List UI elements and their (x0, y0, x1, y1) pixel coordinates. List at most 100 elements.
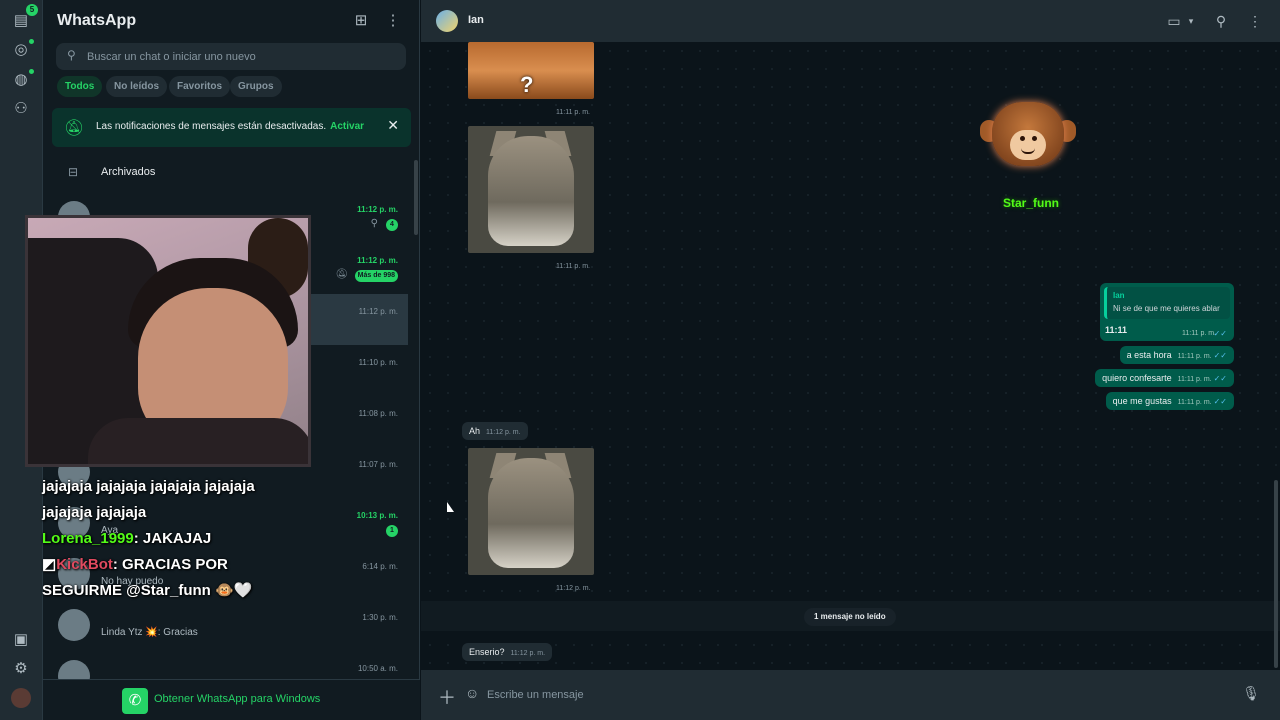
chat-time: 11:08 p. m. (358, 409, 398, 418)
status-icon[interactable]: ◎ (11, 40, 31, 60)
image-message[interactable] (468, 448, 594, 575)
reply-message[interactable]: Ian Ni se de que me quieres ablar 11:11 … (1100, 283, 1234, 341)
message-text: que me gustas (1112, 396, 1172, 406)
message-time: 11:11 p. m. (1177, 399, 1212, 406)
sidebar-scrollbar[interactable] (414, 160, 418, 235)
archived-row[interactable]: ⊟ Archivados (43, 158, 420, 186)
menu-icon[interactable]: ⋮ (1245, 11, 1265, 31)
search-icon[interactable]: ⚲ (1211, 11, 1231, 31)
muted-icon: 🔕︎ (335, 269, 348, 280)
channels-icon[interactable]: ◍ (11, 70, 31, 90)
message-text: quiero confesarte (1102, 373, 1172, 383)
message-text: Enserio? (469, 647, 505, 657)
close-icon[interactable]: ✕ (387, 117, 399, 134)
quoted-message[interactable]: Ian Ni se de que me quieres ablar (1104, 287, 1230, 319)
outgoing-message[interactable]: a esta hora 11:11 p. m. ✓✓ (1119, 346, 1234, 364)
sticker-icon[interactable]: ☺ (465, 685, 479, 701)
bell-off-icon: 🔕︎ (64, 120, 85, 137)
menu-icon[interactable]: ⋮ (383, 11, 403, 31)
notification-banner: 🔕︎ Las notificaciones de mensajes están … (52, 108, 411, 147)
chat-time: 10:13 p. m. (356, 511, 398, 520)
read-ticks-icon: ✓✓ (1213, 397, 1227, 406)
monkey-sticker[interactable] (980, 102, 1076, 172)
profile-avatar[interactable] (11, 688, 31, 708)
incoming-message[interactable]: Ah 11:12 p. m. (462, 422, 528, 440)
sticker-label: Star_funn (1002, 196, 1059, 210)
chat-time: 11:12 p. m. (357, 256, 398, 265)
question-mark-text: ? (520, 72, 534, 97)
message-input[interactable] (487, 684, 1227, 706)
activate-link[interactable]: Activar (330, 121, 364, 132)
overlay-username: KickBot (56, 556, 113, 573)
chat-time: 11:12 p. m. (357, 205, 398, 214)
settings-icon[interactable]: ⚙ (11, 659, 31, 679)
chat-time: 6:14 p. m. (362, 562, 398, 571)
conversation-scrollbar[interactable] (1274, 480, 1278, 668)
message-time: 11:11 p. m. (556, 109, 590, 116)
attach-plus-icon[interactable]: ＋ (438, 684, 456, 710)
notification-text: Las notificaciones de mensajes están des… (96, 121, 327, 132)
unread-badge: 1 (386, 525, 398, 537)
filter-todos[interactable]: Todos (57, 76, 103, 97)
image-message[interactable]: ? (468, 42, 594, 99)
filter-favoritos[interactable]: Favoritos (169, 76, 231, 97)
search-icon: ⚲ (67, 48, 76, 62)
webcam-overlay (25, 215, 311, 467)
overlay-message: : JAKAJAJ (133, 530, 212, 547)
archive-icon: ⊟ (68, 165, 79, 179)
filter-no-leidos[interactable]: No leídos (106, 76, 168, 97)
incoming-message[interactable]: Enserio? 11:12 p. m. (462, 643, 553, 661)
message-time: 11:11 p. m. (556, 263, 590, 270)
image-message[interactable] (468, 126, 594, 253)
overlay-line: jajajaja jajajaja (42, 504, 147, 521)
composer: ＋ ☺ 🎙︎ (421, 670, 1280, 720)
new-chat-icon[interactable]: ⊞ (351, 11, 371, 31)
conversation-header: Ian ▭ ▾ ⚲ ⋮ (421, 0, 1280, 42)
contact-avatar[interactable] (436, 10, 458, 32)
outgoing-message[interactable]: que me gustas 11:11 p. m. ✓✓ (1105, 392, 1234, 410)
message-time: 11:12 p. m. (486, 429, 521, 436)
unread-badge: 4 (386, 219, 398, 231)
get-windows-banner[interactable]: ✆ Obtener WhatsApp para Windows (43, 679, 420, 720)
chat-preview: Linda Ytz 💥: Gracias (101, 627, 198, 638)
get-windows-link[interactable]: Obtener WhatsApp para Windows (154, 693, 320, 705)
message-text: a esta hora (1126, 350, 1172, 360)
contact-name[interactable]: Ian (468, 14, 484, 26)
whatsapp-logo-icon: ✆ (122, 688, 148, 714)
conversation-panel: Ian ▭ ▾ ⚲ ⋮ ? 11:11 p. m. 11:11 p. m. St… (421, 0, 1280, 720)
avatar (58, 660, 90, 679)
microphone-icon[interactable]: 🎙︎ (1242, 685, 1260, 702)
chat-time: 11:10 p. m. (358, 358, 398, 367)
message-time: 11:12 p. m. (556, 585, 591, 592)
chevron-down-icon[interactable]: ▾ (1181, 11, 1201, 31)
communities-icon[interactable]: ⚇ (11, 99, 31, 119)
mouse-cursor (447, 502, 454, 512)
chat-time: 1:30 p. m. (362, 613, 398, 622)
overlay-username: Lorena_1999 (42, 530, 134, 547)
overlay-message: : GRACIAS POR (112, 556, 228, 573)
bot-icon: ◩ (42, 556, 57, 573)
app-title: WhatsApp (57, 12, 137, 29)
quoted-author: Ian (1113, 291, 1125, 300)
chat-time: 11:07 p. m. (358, 460, 398, 469)
chat-time: 11:12 p. m. (358, 307, 398, 316)
quoted-text: Ni se de que me quieres ablar (1113, 304, 1220, 313)
outgoing-message[interactable]: quiero confesarte 11:11 p. m. ✓✓ (1095, 369, 1234, 387)
filter-grupos[interactable]: Grupos (230, 76, 282, 97)
stream-chat-overlay: jajajaja jajajaja jajajaja jajajaja jaja… (42, 474, 316, 612)
read-ticks-icon: ✓✓ (1213, 329, 1227, 338)
message-time: 11:11 p. m. (1177, 353, 1212, 360)
chats-badge: 5 (26, 4, 38, 16)
unread-label: 1 mensaje no leído (804, 608, 896, 626)
message-time: 11:11 p. m. (1182, 330, 1216, 337)
chat-item[interactable]: 10:50 a. m. (43, 651, 408, 679)
message-text: 11:11 (1105, 325, 1128, 335)
read-ticks-icon: ✓✓ (1213, 374, 1227, 383)
overlay-message: SEGUIRME @Star_funn 🐵🤍 (42, 582, 253, 599)
status-dot (29, 39, 34, 44)
media-icon[interactable]: ▣ (11, 630, 31, 650)
channels-dot (29, 69, 34, 74)
search-input[interactable] (87, 43, 387, 70)
search-box: ⚲ (56, 43, 406, 70)
overlay-line: jajajaja jajajaja jajajaja jajajaja (42, 478, 255, 495)
